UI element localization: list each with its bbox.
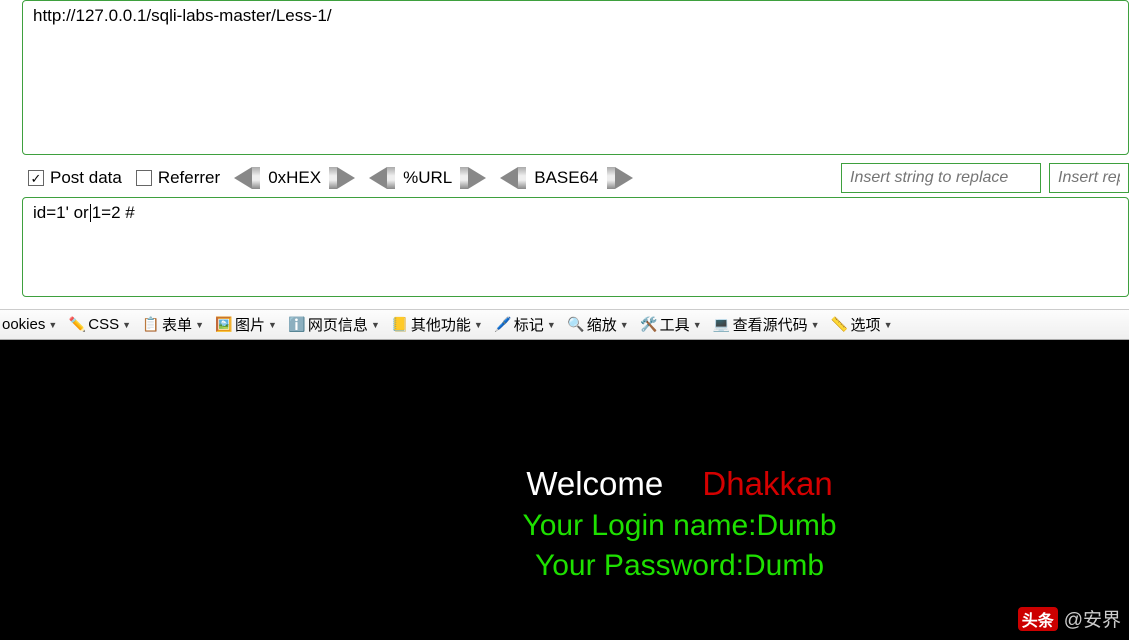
url-textarea[interactable]: http://127.0.0.1/sqli-labs-master/Less-1… (22, 0, 1129, 155)
dropdown-icon: ▼ (811, 320, 820, 330)
base64-button[interactable]: BASE64 (500, 167, 632, 189)
url-value: http://127.0.0.1/sqli-labs-master/Less-1… (33, 6, 332, 25)
dropdown-icon: ▼ (122, 320, 131, 330)
mark-label: 标记 (514, 314, 544, 335)
watermark: 头条 @安界 (1018, 605, 1121, 632)
dropdown-icon: ▼ (48, 320, 57, 330)
arrow-left-icon (500, 167, 518, 189)
dropdown-icon: ▼ (268, 320, 277, 330)
notebook-icon: 📒 (392, 317, 408, 333)
hex-label: 0xHEX (260, 168, 329, 188)
highlighter-icon: 🖊️ (495, 317, 511, 333)
watermark-badge: 头条 (1018, 607, 1058, 631)
images-label: 图片 (235, 314, 265, 335)
forms-menu[interactable]: 📋 表单 ▼ (143, 314, 204, 335)
dropdown-icon: ▼ (620, 320, 629, 330)
watermark-handle: @安界 (1064, 605, 1121, 632)
developer-toolbar: ookies ▼ ✏️ CSS ▼ 📋 表单 ▼ 🖼️ 图片 ▼ ℹ️ 网页信息… (0, 309, 1129, 340)
control-bar: ✓ Post data Referrer 0xHEX %URL BASE64 (0, 161, 1129, 197)
image-icon: 🖼️ (216, 317, 232, 333)
arrow-body-icon (460, 167, 468, 189)
other-menu[interactable]: 📒 其他功能 ▼ (392, 314, 483, 335)
hex-button[interactable]: 0xHEX (234, 167, 355, 189)
zoom-label: 缩放 (587, 314, 617, 335)
images-menu[interactable]: 🖼️ 图片 ▼ (216, 314, 277, 335)
cookies-menu[interactable]: ookies ▼ (2, 316, 57, 333)
arrow-body-icon (518, 167, 526, 189)
options-label: 选项 (851, 314, 881, 335)
password-line: Your Password:Dumb (0, 549, 999, 583)
login-name-line: Your Login name:Dumb (0, 509, 999, 543)
clipboard-icon: 📋 (143, 317, 159, 333)
welcome-heading: Welcome Dhakkan (0, 465, 999, 503)
tools-label: 工具 (660, 314, 690, 335)
dropdown-icon: ▼ (884, 320, 893, 330)
post-data-label: Post data (50, 168, 122, 188)
view-source-label: 查看源代码 (733, 314, 808, 335)
page-content: Welcome Dhakkan Your Login name:Dumb You… (0, 340, 1129, 640)
dropdown-icon: ▼ (547, 320, 556, 330)
arrow-left-icon (234, 167, 252, 189)
post-data-checkbox[interactable]: ✓ (28, 170, 44, 186)
post-value-after: 1=2 # (92, 203, 135, 222)
replace-input[interactable] (1049, 163, 1129, 193)
arrow-body-icon (387, 167, 395, 189)
view-source-menu[interactable]: 💻 查看源代码 ▼ (714, 314, 820, 335)
magnifier-icon: 🔍 (568, 317, 584, 333)
dropdown-icon: ▼ (195, 320, 204, 330)
forms-label: 表单 (162, 314, 192, 335)
referrer-checkbox[interactable] (136, 170, 152, 186)
url-button[interactable]: %URL (369, 167, 486, 189)
page-info-menu[interactable]: ℹ️ 网页信息 ▼ (289, 314, 380, 335)
dropdown-icon: ▼ (474, 320, 483, 330)
insert-inputs (841, 163, 1129, 193)
zoom-menu[interactable]: 🔍 缩放 ▼ (568, 314, 629, 335)
arrow-body-icon (329, 167, 337, 189)
post-value-before: id=1' or (33, 203, 89, 222)
welcome-text: Welcome (526, 465, 663, 502)
terminal-icon: 💻 (714, 317, 730, 333)
info-icon: ℹ️ (289, 317, 305, 333)
arrow-right-icon (337, 167, 355, 189)
arrow-body-icon (607, 167, 615, 189)
base64-label: BASE64 (526, 168, 606, 188)
post-data-checkbox-wrap[interactable]: ✓ Post data (28, 168, 122, 188)
arrow-left-icon (369, 167, 387, 189)
arrow-right-icon (615, 167, 633, 189)
url-label: %URL (395, 168, 460, 188)
mark-menu[interactable]: 🖊️ 标记 ▼ (495, 314, 556, 335)
referrer-label: Referrer (158, 168, 220, 188)
other-label: 其他功能 (411, 314, 471, 335)
css-label: CSS (88, 316, 119, 333)
ruler-icon: 📏 (832, 317, 848, 333)
css-menu[interactable]: ✏️ CSS ▼ (69, 316, 131, 333)
arrow-body-icon (252, 167, 260, 189)
cookies-label: ookies (2, 316, 45, 333)
arrow-right-icon (468, 167, 486, 189)
page-info-label: 网页信息 (308, 314, 368, 335)
tools-menu[interactable]: 🛠️ 工具 ▼ (641, 314, 702, 335)
options-menu[interactable]: 📏 选项 ▼ (832, 314, 893, 335)
text-cursor (90, 204, 91, 222)
name-text: Dhakkan (702, 465, 832, 502)
dropdown-icon: ▼ (371, 320, 380, 330)
wrench-icon: 🛠️ (641, 317, 657, 333)
referrer-checkbox-wrap[interactable]: Referrer (136, 168, 220, 188)
dropdown-icon: ▼ (693, 320, 702, 330)
find-input[interactable] (841, 163, 1041, 193)
post-data-textarea[interactable]: id=1' or1=2 # (22, 197, 1129, 297)
pencil-icon: ✏️ (69, 317, 85, 333)
